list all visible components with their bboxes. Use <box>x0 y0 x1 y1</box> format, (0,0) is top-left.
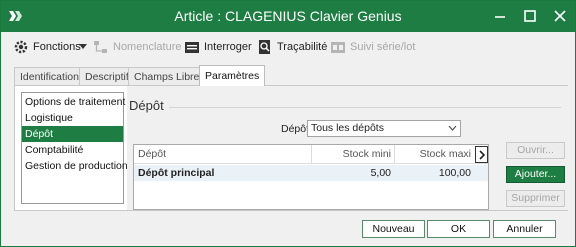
cell-stock-mini: 5,00 <box>370 167 391 179</box>
group-divider <box>169 107 561 108</box>
fonctions-label: Fonctions <box>33 41 81 53</box>
ouvrir-button[interactable]: Ouvrir... <box>506 142 565 159</box>
sidebar-item-options-traitement[interactable]: Options de traitement <box>22 94 125 110</box>
column-header-stock-maxi[interactable]: Stock maxi <box>398 145 471 164</box>
tab-strip: Identification Descriptif Champs Libres … <box>1 65 575 86</box>
scroll-right-button[interactable] <box>475 146 488 163</box>
sidebar-item-comptabilite[interactable]: Comptabilité <box>22 142 123 158</box>
article-window: Article : CLAGENIUS Clavier Genius Fonct… <box>0 0 576 247</box>
serial-lot-icon <box>331 42 345 53</box>
gear-icon <box>14 40 28 54</box>
parametres-pane: Options de traitement Logistique Dépôt C… <box>14 85 568 211</box>
toolbar: Fonctions Nomenclature Interroger Traçab… <box>1 32 575 62</box>
depot-filter-value: Tous les dépôts <box>311 122 384 134</box>
parameters-category-list: Options de traitement Logistique Dépôt C… <box>21 92 128 204</box>
column-header-stock-mini[interactable]: Stock mini <box>316 145 391 164</box>
column-separator <box>394 145 395 164</box>
query-icon <box>185 42 199 53</box>
tab-parametres[interactable]: Paramètres <box>199 65 266 86</box>
fonctions-menu-button[interactable]: Fonctions <box>13 38 91 56</box>
depot-panel: Dépôt Dépôt Tous les dépôts Dépôt Stock … <box>127 86 568 210</box>
maximize-icon[interactable] <box>515 1 545 32</box>
cell-stock-maxi: 100,00 <box>438 167 471 179</box>
traceability-icon <box>259 40 270 54</box>
tracabilite-label: Traçabilité <box>277 41 328 53</box>
nouveau-button[interactable]: Nouveau <box>362 220 425 238</box>
sidebar-item-depot[interactable]: Dépôt <box>22 126 123 142</box>
close-icon[interactable] <box>545 1 575 32</box>
depot-group-title: Dépôt <box>129 98 164 113</box>
column-separator <box>311 145 312 164</box>
chevron-down-icon <box>448 125 457 131</box>
chevron-right-icon <box>479 150 486 160</box>
title-bar: Article : CLAGENIUS Clavier Genius <box>1 1 575 32</box>
tracabilite-button[interactable]: Traçabilité <box>257 38 327 56</box>
interroger-button[interactable]: Interroger <box>184 38 252 56</box>
cell-depot: Dépôt principal <box>138 167 215 179</box>
ajouter-button[interactable]: Ajouter... <box>506 166 565 183</box>
minimize-icon[interactable] <box>485 1 515 32</box>
table-row[interactable]: Dépôt principal 5,00 100,00 <box>134 165 488 181</box>
annuler-button[interactable]: Annuler <box>493 220 556 238</box>
tab-identification[interactable]: Identification <box>14 67 85 86</box>
nomenclature-icon <box>94 41 107 53</box>
suivi-label: Suivi série/lot <box>350 41 416 53</box>
tab-descriptif[interactable]: Descriptif <box>79 67 135 86</box>
column-header-depot[interactable]: Dépôt <box>138 145 166 164</box>
supprimer-button[interactable]: Supprimer <box>506 190 565 207</box>
depot-filter-label: Dépôt <box>281 123 310 135</box>
nomenclature-button[interactable]: Nomenclature <box>93 38 181 56</box>
depot-filter-select[interactable]: Tous les dépôts <box>307 120 461 137</box>
depot-table: Dépôt Stock mini Stock maxi Dépôt princi… <box>133 144 489 210</box>
sidebar-item-logistique[interactable]: Logistique <box>22 110 123 126</box>
sidebar-item-gestion-production[interactable]: Gestion de production <box>22 158 128 174</box>
interroger-label: Interroger <box>204 41 252 53</box>
table-header: Dépôt Stock mini Stock maxi <box>134 145 488 164</box>
nomenclature-label: Nomenclature <box>113 41 182 53</box>
suivi-serie-lot-button[interactable]: Suivi série/lot <box>330 38 416 56</box>
ok-button[interactable]: OK <box>427 220 490 238</box>
chevron-down-icon <box>79 44 87 49</box>
